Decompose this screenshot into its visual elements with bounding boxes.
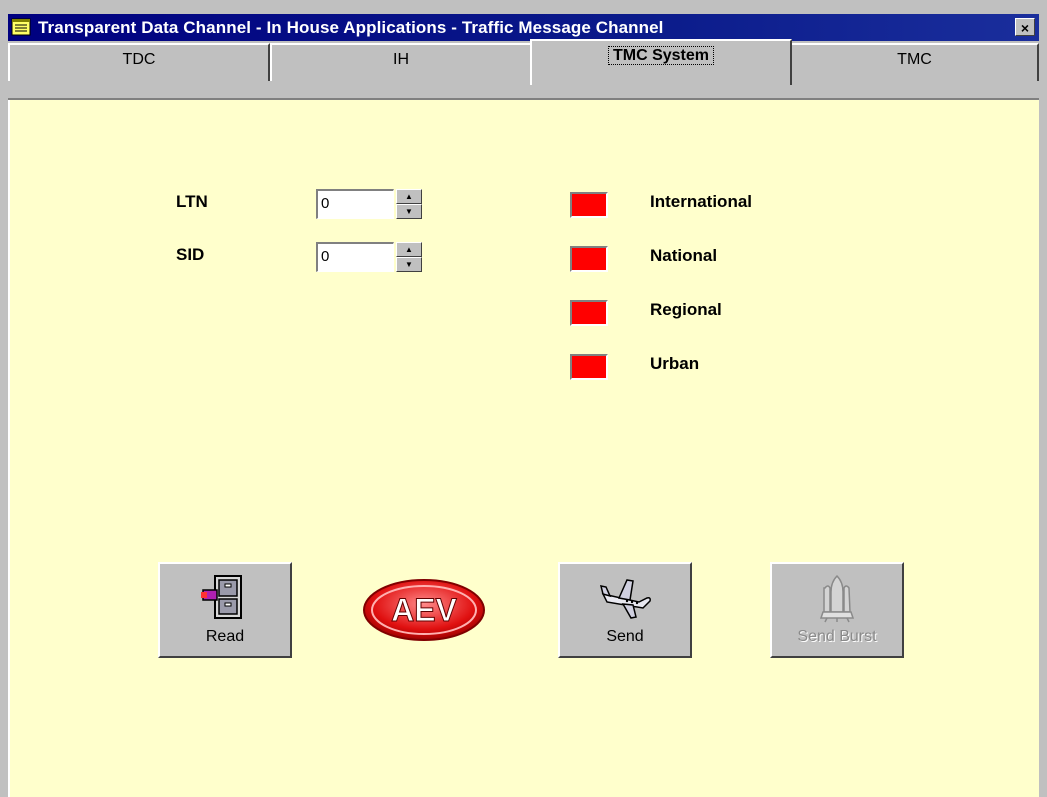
sid-input[interactable]: 0 xyxy=(316,242,394,272)
aev-logo-text: AEV xyxy=(391,592,457,628)
sid-label: SID xyxy=(176,245,205,264)
international-indicator xyxy=(570,192,608,218)
tab-band xyxy=(8,82,1039,100)
ltn-decrement-button[interactable]: ▼ xyxy=(396,204,422,219)
tab-label: TDC xyxy=(122,51,156,68)
tab-strip: TDC IH TMC System TMC xyxy=(8,39,1039,85)
ltn-input[interactable]: 0 xyxy=(316,189,394,219)
file-cabinet-icon xyxy=(201,575,242,619)
tab-tmc-system[interactable]: TMC System xyxy=(530,39,792,85)
urban-indicator xyxy=(570,354,608,380)
tab-tdc[interactable]: TDC xyxy=(8,43,270,81)
tab-label: TMC xyxy=(897,51,932,68)
read-button[interactable]: Read xyxy=(158,562,292,658)
international-label: International xyxy=(650,192,753,211)
tab-ih[interactable]: IH xyxy=(270,43,532,81)
regional-indicator xyxy=(570,300,608,326)
urban-label: Urban xyxy=(650,354,700,373)
window-title: Transparent Data Channel - In House Appl… xyxy=(38,18,664,37)
sid-decrement-button[interactable]: ▼ xyxy=(396,257,422,272)
ltn-spin-buttons: ▲ ▼ xyxy=(396,189,422,219)
regional-label: Regional xyxy=(650,300,722,319)
sid-increment-button[interactable]: ▲ xyxy=(396,242,422,257)
title-bar[interactable]: Transparent Data Channel - In House Appl… xyxy=(8,14,1039,41)
sid-spin-buttons: ▲ ▼ xyxy=(396,242,422,272)
ltn-increment-button[interactable]: ▲ xyxy=(396,189,422,204)
close-button[interactable]: × xyxy=(1015,18,1035,36)
send-burst-button[interactable]: Send Burst xyxy=(770,562,904,658)
aev-logo: AEV xyxy=(363,579,485,641)
tab-label: IH xyxy=(393,51,409,68)
read-button-label: Read xyxy=(205,628,245,645)
notepad-icon xyxy=(11,18,31,36)
space-shuttle-icon xyxy=(819,574,855,623)
tab-label: TMC System xyxy=(607,46,715,65)
app-window: Transparent Data Channel - In House Appl… xyxy=(0,0,1047,797)
airplane-icon xyxy=(599,579,651,619)
send-button[interactable]: Send xyxy=(558,562,692,658)
ltn-label: LTN xyxy=(176,192,208,211)
national-indicator xyxy=(570,246,608,272)
tmc-system-panel: LTN 0 ▲ ▼ SID 0 ▲ ▼ International Nation… xyxy=(8,100,1039,797)
national-label: National xyxy=(650,246,718,265)
tab-tmc[interactable]: TMC xyxy=(790,43,1039,81)
send-burst-button-label: Send Burst xyxy=(797,628,877,645)
ltn-spinner: 0 ▲ ▼ xyxy=(316,189,422,219)
send-button-label: Send xyxy=(606,628,644,645)
close-icon: × xyxy=(1020,20,1030,36)
sid-spinner: 0 ▲ ▼ xyxy=(316,242,422,272)
